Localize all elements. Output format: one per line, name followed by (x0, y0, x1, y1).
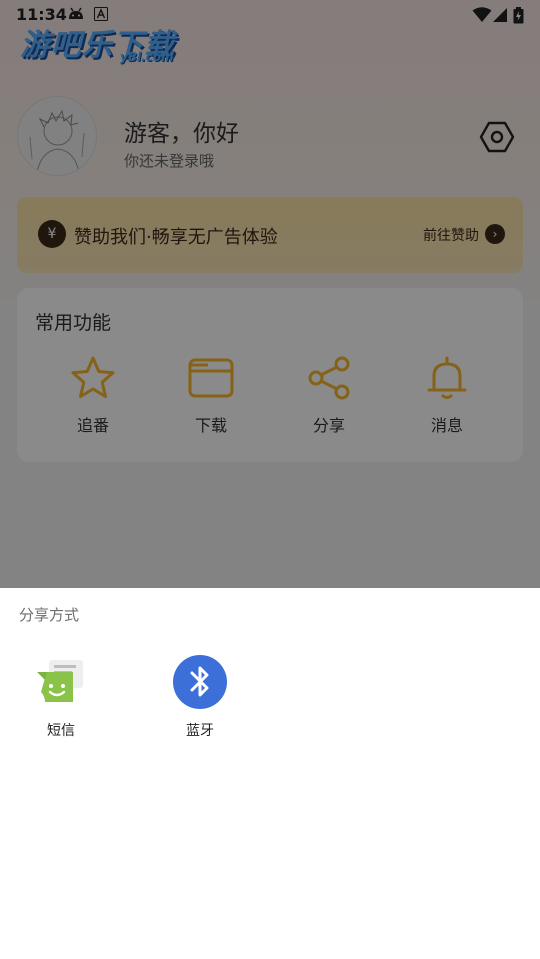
share-bottom-sheet: 分享方式 短信 蓝牙 (0, 588, 540, 959)
modal-scrim[interactable] (0, 0, 540, 588)
sms-icon (37, 660, 83, 702)
share-target-label: 短信 (47, 723, 75, 739)
share-sheet-title: 分享方式 (19, 606, 80, 624)
app-screen: 11:34 游吧乐下载 yBl.com 游客，你好 你还未登录哦 ¥ 赞助我们·… (0, 0, 540, 959)
share-target-bluetooth[interactable]: 蓝牙 (160, 654, 240, 740)
bluetooth-icon (173, 655, 227, 709)
share-target-sms[interactable]: 短信 (21, 654, 101, 740)
share-target-label: 蓝牙 (186, 723, 214, 739)
